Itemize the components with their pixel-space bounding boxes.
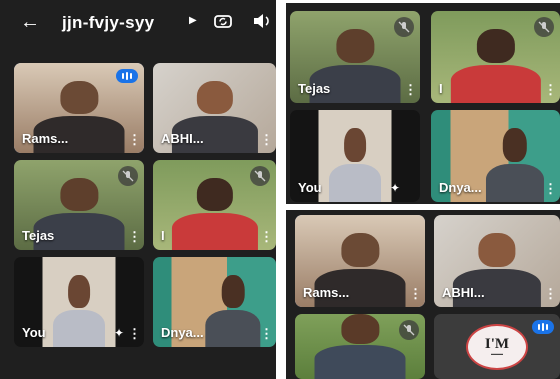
participant-name: Tejas — [22, 228, 55, 243]
more-vert-icon[interactable]: ⋮ — [544, 287, 557, 300]
participant-name: I — [161, 228, 165, 243]
sparkle-effects-icon[interactable]: ✦ — [390, 181, 400, 195]
participant-name: You — [298, 180, 322, 195]
participant-video — [53, 275, 105, 347]
switch-camera-icon[interactable] — [213, 11, 233, 36]
more-vert-icon[interactable]: ⋮ — [544, 182, 557, 195]
meet-panel-second: Tejas ⋮ I ⋮ You ✦ Dnya... ⋮ — [286, 3, 560, 204]
participant-tile[interactable]: I'M ▬▬▬ — [434, 314, 560, 379]
meet-panel-main: ← jjn-fvjy-syy ▶ Rams... ⋮ ABHI... ⋮ Tej… — [0, 0, 276, 379]
participant-name: ABHI... — [442, 285, 485, 300]
participant-name: I — [439, 81, 443, 96]
participant-video — [171, 178, 258, 250]
participant-tile[interactable]: Dnya... ⋮ — [431, 110, 560, 202]
mic-off-icon — [399, 320, 419, 340]
more-vert-icon[interactable]: ⋮ — [260, 230, 273, 243]
more-vert-icon[interactable]: ⋮ — [544, 83, 557, 96]
sparkle-effects-icon[interactable]: ✦ — [114, 326, 124, 340]
participant-tile-self[interactable]: You ✦ — [290, 110, 420, 202]
participant-tile[interactable] — [295, 314, 425, 379]
mic-off-icon — [534, 17, 554, 37]
participant-name: Tejas — [298, 81, 331, 96]
participant-name: You — [22, 325, 46, 340]
participant-tile-self[interactable]: You ✦ ⋮ — [14, 257, 144, 347]
participant-name: Dnya... — [439, 180, 482, 195]
participant-tile[interactable]: Rams... ⋮ — [295, 215, 425, 307]
chevron-right-icon[interactable]: ▶ — [189, 15, 197, 26]
meeting-top-bar: ← jjn-fvjy-syy ▶ — [0, 0, 276, 46]
participant-tile[interactable]: Tejas ⋮ — [14, 160, 144, 250]
participant-name: Rams... — [22, 131, 69, 146]
speaker-icon[interactable] — [252, 12, 272, 35]
participant-video — [450, 29, 541, 103]
more-vert-icon[interactable]: ⋮ — [409, 287, 422, 300]
mic-off-icon — [118, 166, 138, 186]
participant-tile[interactable]: I ⋮ — [431, 11, 560, 103]
participant-video — [329, 128, 381, 202]
more-vert-icon[interactable]: ⋮ — [128, 327, 141, 340]
participant-video — [314, 314, 406, 379]
participant-tile[interactable]: ABHI... ⋮ — [434, 215, 560, 307]
more-vert-icon[interactable]: ⋮ — [260, 133, 273, 146]
meet-panel-third: Rams... ⋮ ABHI... ⋮ I'M ▬▬▬ — [286, 210, 560, 379]
avatar-label: I'M — [484, 336, 510, 352]
participant-video — [485, 128, 544, 202]
audio-level-icon — [116, 69, 138, 83]
participant-tile[interactable]: Dnya... ⋮ — [153, 257, 276, 347]
arrow-left-icon[interactable]: ← — [20, 11, 40, 34]
participant-video — [205, 275, 261, 347]
more-vert-icon[interactable]: ⋮ — [128, 133, 141, 146]
more-vert-icon[interactable]: ⋮ — [260, 327, 273, 340]
participant-name: Dnya... — [161, 325, 204, 340]
participant-tile[interactable]: Tejas ⋮ — [290, 11, 420, 103]
participant-tile[interactable]: ABHI... ⋮ — [153, 63, 276, 153]
participant-avatar: I'M ▬▬▬ — [466, 323, 528, 370]
more-vert-icon[interactable]: ⋮ — [128, 230, 141, 243]
participant-name: Rams... — [303, 285, 350, 300]
participant-tile[interactable]: Rams... ⋮ — [14, 63, 144, 153]
more-vert-icon[interactable]: ⋮ — [404, 83, 417, 96]
audio-level-icon — [532, 320, 554, 334]
meeting-code: jjn-fvjy-syy — [62, 13, 155, 32]
participant-tile[interactable]: I ⋮ — [153, 160, 276, 250]
mic-off-icon — [250, 166, 270, 186]
avatar-underline: ▬▬▬ — [491, 351, 503, 356]
mic-off-icon — [394, 17, 414, 37]
participant-name: ABHI... — [161, 131, 204, 146]
